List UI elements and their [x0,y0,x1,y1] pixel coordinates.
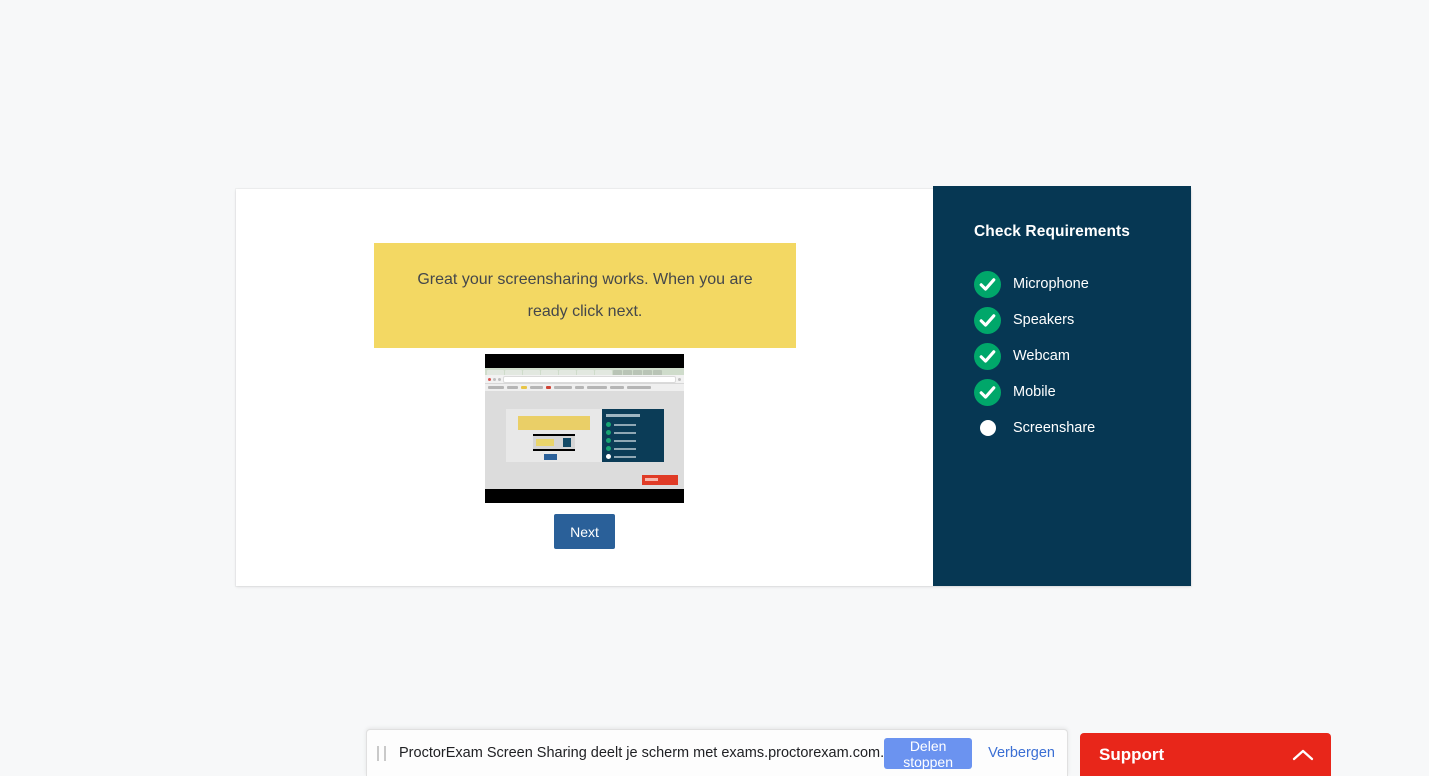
requirement-item-mobile: Mobile [974,374,1191,410]
requirements-check-card: Great your screensharing works. When you… [236,186,1191,586]
preview-bookmark [554,386,572,389]
preview-tab [595,370,612,375]
preview-nested-next-button [544,454,557,460]
preview-nested-req [606,446,660,451]
preview-bookmark [488,386,504,389]
preview-nav-icon [498,377,501,381]
preview-tab [613,370,622,375]
check-circle-icon [974,378,1001,406]
preview-nested-req [606,454,660,459]
screen-share-preview-inner [485,368,684,489]
requirements-title: Check Requirements [974,223,1130,240]
pending-dot-icon [606,454,611,459]
preview-bookmark [530,386,543,389]
requirements-sidebar: Check Requirements Microphone Speakers W… [933,186,1191,586]
preview-nested-req-label [614,423,636,426]
preview-nested-req-label [614,431,636,434]
check-circle-icon [974,270,1001,298]
requirement-item-webcam: Webcam [974,338,1191,374]
preview-nested-thumbnail-inner [533,436,575,449]
preview-url-field [503,375,676,383]
preview-nested-req [606,422,660,427]
requirement-item-screenshare: Screenshare [974,410,1191,446]
preview-bookmark [507,386,518,389]
check-circle-icon [606,438,611,443]
preview-nested-req [606,438,660,443]
preview-bookmark [610,386,624,389]
check-circle-icon [606,446,611,451]
requirement-item-microphone: Microphone [974,266,1191,302]
support-label: Support [1099,744,1165,764]
preview-omnibox [485,375,684,384]
preview-bookmarks-bar [485,384,684,392]
check-circle-icon [606,422,611,427]
preview-nested-content [506,409,602,462]
preview-nav-icon [488,377,491,381]
preview-nested-req-label [614,439,636,442]
preview-nested-req [606,430,660,435]
requirement-label: Speakers [1013,312,1075,328]
preview-nav-icon [678,377,681,381]
preview-nested-thumbnail [533,434,575,451]
preview-nested-sidebar [602,409,664,462]
chevron-up-icon[interactable] [1292,748,1314,762]
instruction-banner-text: Great your screensharing works. When you… [417,270,753,320]
stop-sharing-button[interactable]: Delen stoppen [884,737,973,770]
preview-nested-banner [518,416,590,430]
preview-bookmark [546,386,551,389]
hide-sharing-link[interactable]: Verbergen [988,745,1055,761]
preview-support-widget [642,475,678,485]
share-message: ProctorExam Screen Sharing deelt je sche… [399,745,885,761]
content-pane: Great your screensharing works. When you… [236,189,933,586]
preview-tab [623,370,632,375]
preview-tab [577,370,594,375]
support-widget[interactable]: Support [1080,733,1331,776]
preview-tab [487,370,504,375]
preview-tab [523,370,540,375]
check-circle-icon [606,430,611,435]
preview-nested-req-label [614,455,636,458]
requirement-label: Screenshare [1013,420,1096,436]
requirement-label: Mobile [1013,384,1056,400]
preview-nested-card [506,409,664,462]
preview-tab [633,370,642,375]
preview-tab [653,370,662,375]
preview-nav-icon [493,377,496,381]
preview-bookmark [587,386,607,389]
check-circle-icon [974,306,1001,334]
drag-handle-icon[interactable] [377,745,386,761]
screen-share-notification-bar: ProctorExam Screen Sharing deelt je sche… [366,729,1068,776]
requirement-item-speakers: Speakers [974,302,1191,338]
preview-nested-sidebar-title [606,414,640,417]
preview-page-body [485,392,684,489]
pending-dot-icon [974,415,1001,442]
preview-nested-req-label [614,447,636,450]
preview-tab [541,370,558,375]
preview-bookmark [521,386,527,389]
check-circle-icon [974,342,1001,370]
preview-browser-tabstrip [485,368,684,375]
preview-bookmark [575,386,584,389]
screen-share-preview [485,354,684,503]
preview-bookmark [627,386,651,389]
preview-tab [505,370,522,375]
requirement-label: Microphone [1013,276,1089,292]
preview-tab [559,370,576,375]
requirement-label: Webcam [1013,348,1070,364]
instruction-banner: Great your screensharing works. When you… [374,243,796,348]
next-button[interactable]: Next [554,514,615,549]
preview-tab [643,370,652,375]
